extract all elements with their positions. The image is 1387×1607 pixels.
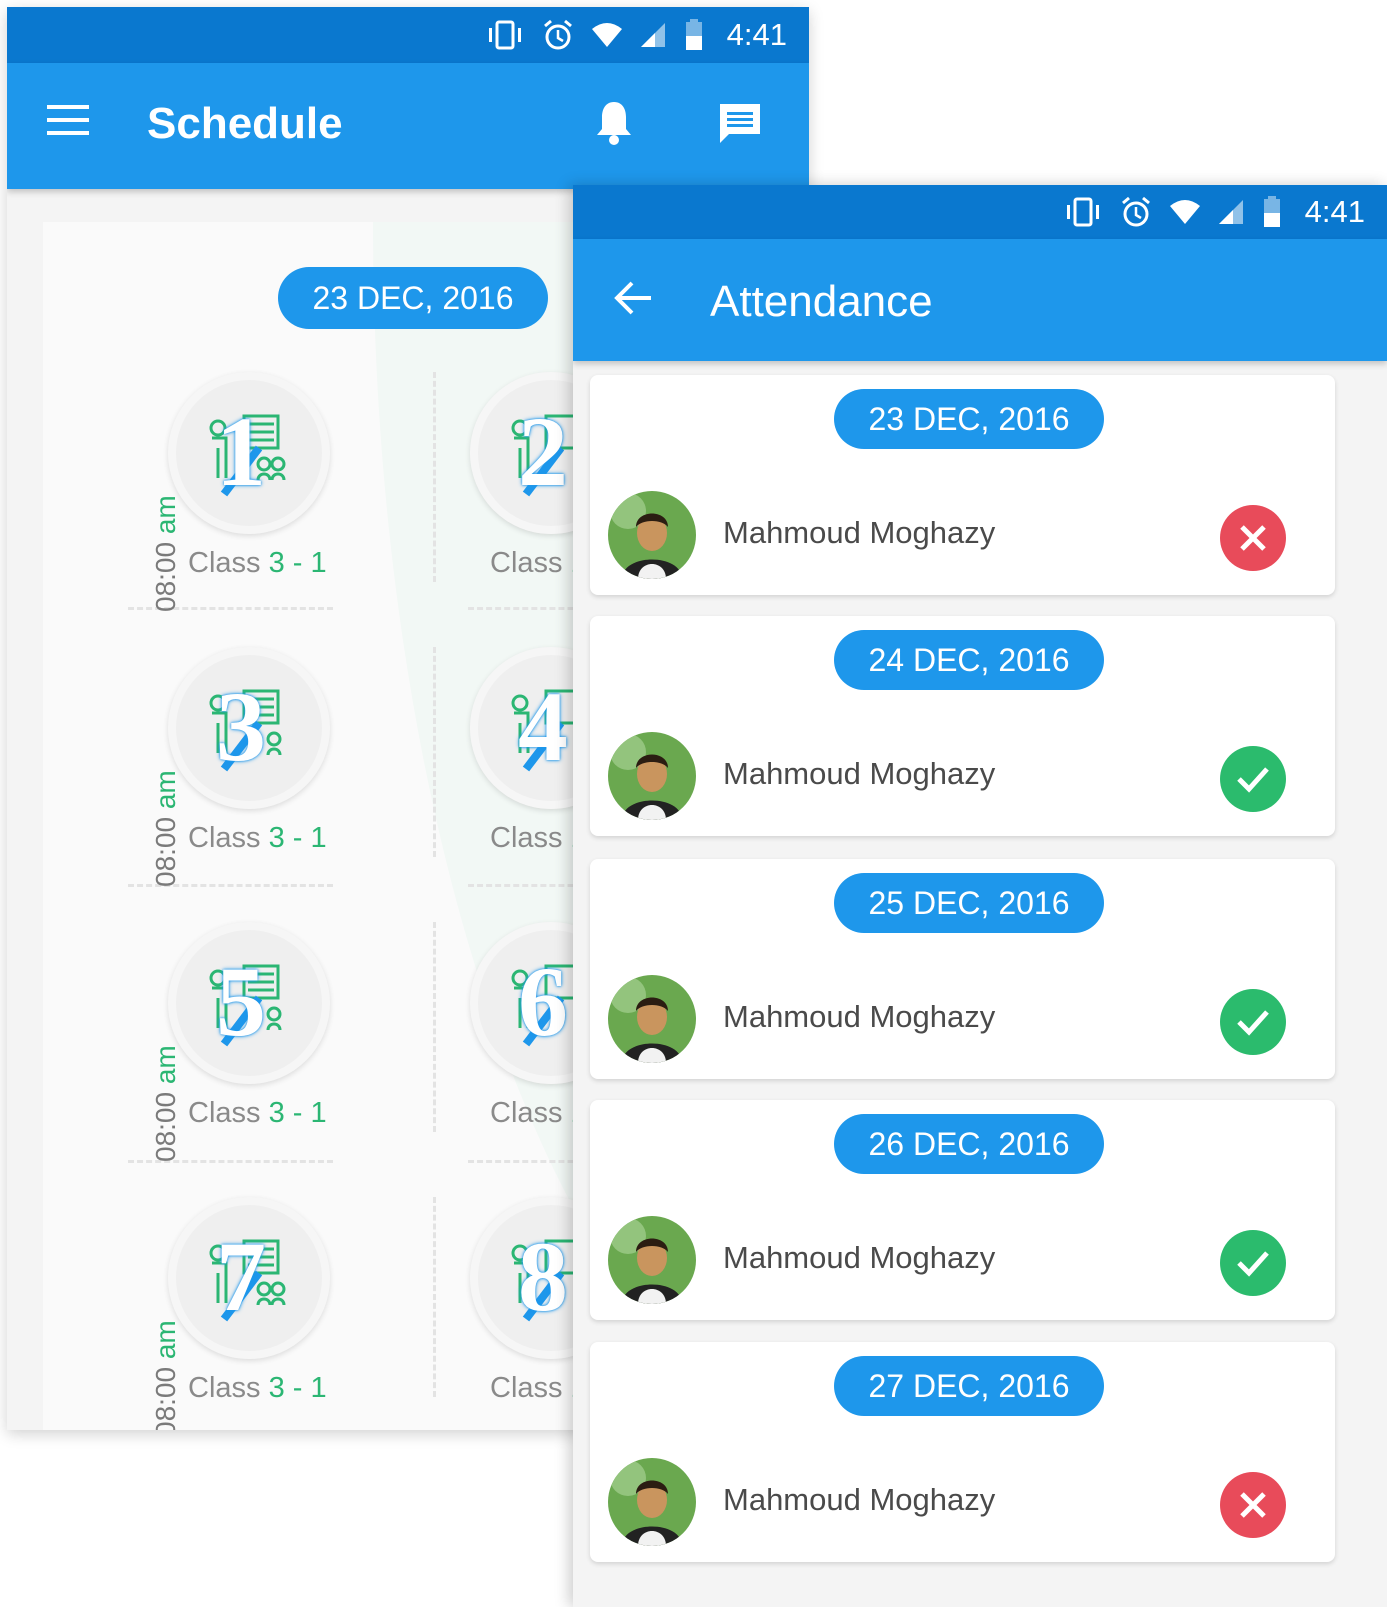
period-number: 5 [216,946,266,1057]
period-number: 1 [216,396,266,507]
class-label: Class 3 - 1 [188,822,327,854]
wifi-icon [591,21,623,49]
period-number: 7 [216,1221,266,1332]
avatar [608,732,696,820]
present-check-icon [1220,746,1286,812]
signal-icon [1217,198,1245,226]
schedule-slot[interactable]: 08:00 am 7 Class 3 - 1 [48,1197,348,1430]
avatar [608,491,696,579]
student-name: Mahmoud Moghazy [723,1240,996,1275]
class-label: Class 3 - 1 [188,1372,327,1404]
avatar [608,975,696,1063]
vibrate-icon [1063,197,1103,227]
student-name: Mahmoud Moghazy [723,999,996,1034]
record-date: 25 DEC, 2016 [834,873,1104,933]
record-date: 27 DEC, 2016 [834,1356,1104,1416]
page-title: Schedule [147,99,343,148]
schedule-slot[interactable]: 08:00 am 3 Class 3 - 1 [48,647,348,917]
status-bar: 4:41 [7,7,809,63]
menu-icon[interactable] [47,103,89,142]
wifi-icon [1169,198,1201,226]
student-name: Mahmoud Moghazy [723,515,996,550]
class-period-icon: 3 [168,647,330,809]
present-check-icon [1220,989,1286,1055]
chat-icon[interactable] [717,101,763,152]
period-number: 2 [518,396,568,507]
period-number: 3 [216,671,266,782]
battery-icon [683,18,705,52]
class-period-icon: 5 [168,922,330,1084]
period-number: 8 [518,1221,568,1332]
schedule-slot[interactable]: 08:00 am 1 Class 3 - 1 [48,372,348,642]
avatar [608,1458,696,1546]
class-label: Class 3 - 1 [188,1097,327,1129]
record-date: 24 DEC, 2016 [834,630,1104,690]
attendance-record[interactable]: 26 DEC, 2016 Mahmoud Moghazy [590,1100,1335,1320]
period-number: 4 [518,671,568,782]
bell-icon[interactable] [595,99,633,150]
attendance-record[interactable]: 24 DEC, 2016 Mahmoud Moghazy [590,616,1335,836]
avatar [608,1216,696,1304]
alarm-icon [541,18,575,52]
attendance-record[interactable]: 25 DEC, 2016 Mahmoud Moghazy [590,859,1335,1079]
attendance-record[interactable]: 27 DEC, 2016 Mahmoud Moghazy [590,1342,1335,1562]
status-time: 4:41 [1304,194,1365,229]
record-date: 23 DEC, 2016 [834,389,1104,449]
app-bar: Attendance [573,239,1387,361]
student-name: Mahmoud Moghazy [723,756,996,791]
present-check-icon [1220,1230,1286,1296]
status-bar: 4:41 [573,185,1387,239]
alarm-icon [1119,195,1153,229]
class-period-icon: 7 [168,1197,330,1359]
class-period-icon: 1 [168,372,330,534]
signal-icon [639,21,667,49]
class-label: Class 3 - 1 [188,547,327,579]
absent-icon [1220,1472,1286,1538]
vibrate-icon [485,20,525,50]
page-title: Attendance [710,277,933,326]
app-bar: Schedule [7,63,809,189]
schedule-slot[interactable]: 08:00 am 5 Class 3 - 1 [48,922,348,1192]
battery-icon [1261,195,1283,229]
absent-icon [1220,505,1286,571]
status-time: 4:41 [726,17,787,52]
student-name: Mahmoud Moghazy [723,1482,996,1517]
attendance-record[interactable]: 23 DEC, 2016 Mahmoud Moghazy [590,375,1335,595]
schedule-date: 23 DEC, 2016 [278,267,548,329]
attendance-screen: 4:41 Attendance 23 DEC, 2016 Mahmoud Mog… [573,185,1387,1607]
back-arrow-icon[interactable] [613,279,653,322]
record-date: 26 DEC, 2016 [834,1114,1104,1174]
period-number: 6 [518,946,568,1057]
